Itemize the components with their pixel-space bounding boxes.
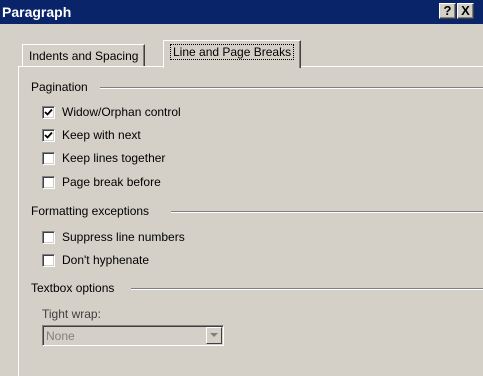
keep-with-next-checkbox[interactable]: Keep with next	[42, 127, 141, 143]
page-break-before-checkbox[interactable]: Page break before	[42, 174, 161, 190]
checkbox-box	[42, 128, 55, 142]
dont-hyphenate-checkbox[interactable]: Don't hyphenate	[42, 252, 149, 268]
checkbox-label: Don't hyphenate	[62, 253, 150, 267]
formatting-exceptions-group-label: Formatting exceptions	[31, 204, 154, 218]
suppress-line-numbers-checkbox[interactable]: Suppress line numbers	[42, 229, 185, 245]
checkbox-label: Widow/Orphan control	[62, 105, 181, 119]
pagination-divider	[100, 87, 483, 89]
checkbox-box	[42, 175, 55, 189]
checkbox-box	[42, 105, 55, 119]
formatting-exceptions-divider	[171, 211, 483, 213]
checkbox-box	[42, 253, 55, 267]
tight-wrap-select[interactable]: None	[42, 325, 224, 346]
chevron-down-icon	[210, 333, 218, 337]
checkmark-icon	[44, 131, 53, 139]
pagination-group-label: Pagination	[31, 80, 92, 94]
tab-label: Indents and Spacing	[29, 49, 139, 63]
textbox-options-group-label: Textbox options	[31, 281, 119, 295]
title-bar: Paragraph ? X	[0, 0, 483, 24]
checkbox-box	[42, 230, 55, 244]
widow-orphan-control-checkbox[interactable]: Widow/Orphan control	[42, 104, 181, 120]
tight-wrap-label: Tight wrap:	[42, 307, 101, 321]
checkbox-label: Page break before	[62, 175, 161, 189]
checkbox-label: Suppress line numbers	[62, 230, 185, 244]
tab-line-and-page-breaks[interactable]: Line and Page Breaks	[163, 40, 302, 68]
keep-lines-together-checkbox[interactable]: Keep lines together	[42, 150, 165, 166]
help-button[interactable]: ?	[439, 3, 456, 19]
checkbox-label: Keep lines together	[62, 151, 166, 165]
tight-wrap-value: None	[46, 329, 75, 343]
tab-label: Line and Page Breaks	[170, 44, 295, 60]
dialog-title: Paragraph	[2, 4, 72, 20]
checkbox-box	[42, 151, 55, 165]
close-button[interactable]: X	[457, 3, 474, 19]
checkmark-icon	[44, 108, 53, 116]
dropdown-button[interactable]	[206, 327, 222, 344]
checkbox-label: Keep with next	[62, 128, 141, 142]
tab-indents-and-spacing[interactable]: Indents and Spacing	[22, 44, 146, 66]
textbox-options-divider	[131, 288, 483, 290]
